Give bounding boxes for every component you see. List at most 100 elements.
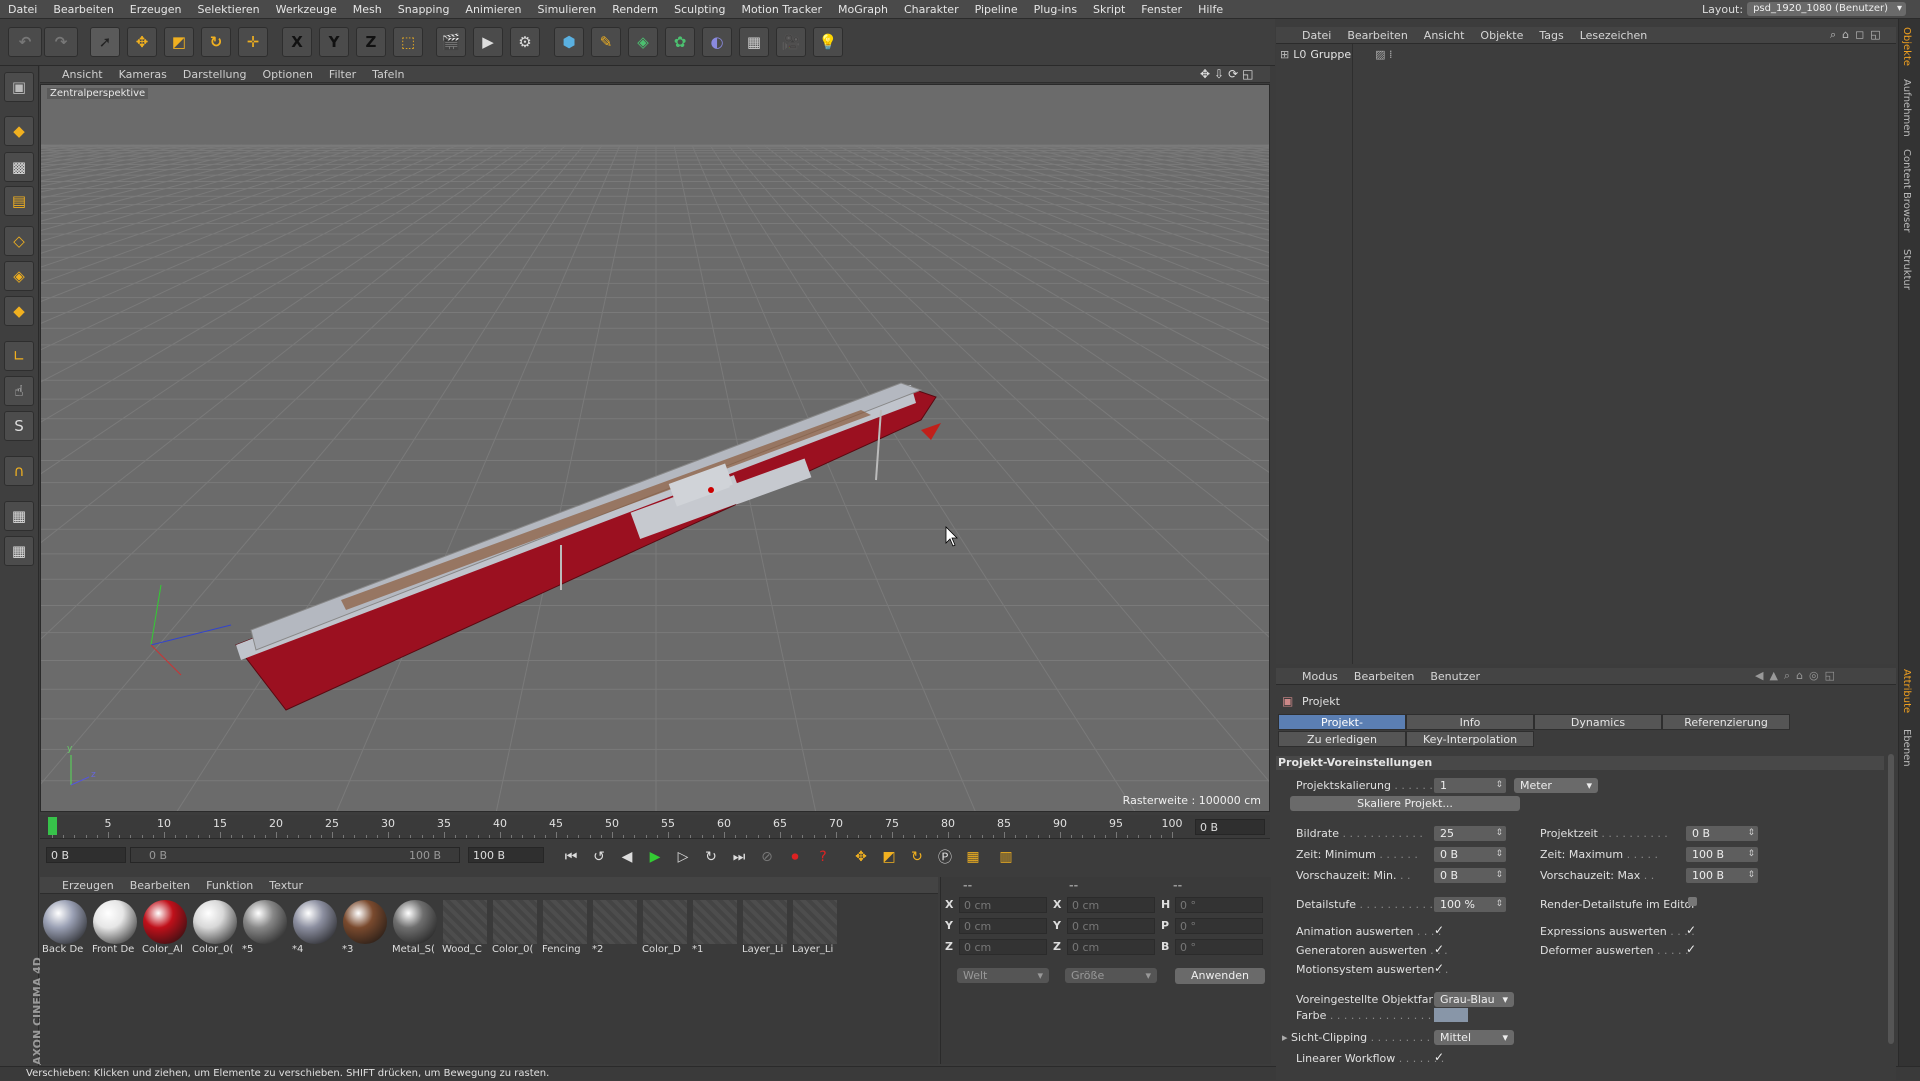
- start-frame-field[interactable]: 0 B: [46, 847, 126, 863]
- material-menu-funktion[interactable]: Funktion: [198, 879, 261, 892]
- motion-checkbox[interactable]: ✓: [1434, 961, 1444, 975]
- apply-button[interactable]: Anwenden: [1175, 968, 1265, 984]
- menu-charakter[interactable]: Charakter: [896, 3, 967, 16]
- side-tab-objekte[interactable]: Objekte: [1901, 27, 1912, 66]
- object-menu-tags[interactable]: Tags: [1531, 29, 1571, 42]
- key-param-icon[interactable]: Ⓟ: [934, 847, 956, 867]
- material-menu-bearbeiten[interactable]: Bearbeiten: [122, 879, 198, 892]
- select-arrow-icon[interactable]: ➚: [90, 27, 120, 57]
- clipping-select[interactable]: Mittel: [1434, 1030, 1514, 1045]
- texture-mode-icon[interactable]: ▩: [4, 152, 34, 182]
- render-picture-viewer-icon[interactable]: ▶: [473, 27, 503, 57]
- z-axis-icon[interactable]: Z: [356, 27, 386, 57]
- menu-plug-ins[interactable]: Plug-ins: [1026, 3, 1085, 16]
- viewport-menu-ansicht[interactable]: Ansicht: [54, 68, 111, 81]
- range-slider[interactable]: 0 B 100 B: [130, 847, 460, 863]
- menu-fenster[interactable]: Fenster: [1133, 3, 1190, 16]
- object-menu-datei[interactable]: Datei: [1294, 29, 1339, 42]
- coord-size-select[interactable]: Größe: [1065, 968, 1157, 983]
- coordinate-system-icon[interactable]: ⬚: [393, 27, 423, 57]
- magnet-icon[interactable]: ∩: [4, 456, 34, 486]
- detailstufe-field[interactable]: 100 %: [1434, 897, 1506, 912]
- zeit-min-field[interactable]: 0 B: [1434, 847, 1506, 862]
- camera-icon[interactable]: 🎥: [776, 27, 806, 57]
- material-item[interactable]: Fencing: [542, 900, 588, 955]
- coord-field[interactable]: 0 cm: [959, 918, 1047, 934]
- axis-mode-icon[interactable]: ∟: [4, 341, 34, 371]
- material-menu-textur[interactable]: Textur: [261, 879, 311, 892]
- material-item[interactable]: Color_D: [642, 900, 688, 955]
- farbe-swatch[interactable]: [1434, 1008, 1468, 1022]
- material-item[interactable]: Front De: [92, 900, 138, 955]
- add-icon[interactable]: ✛: [238, 27, 268, 57]
- end-frame-field[interactable]: 100 B: [468, 847, 544, 863]
- coord-field[interactable]: 0 °: [1175, 897, 1263, 913]
- undo-icon[interactable]: ↶: [8, 27, 42, 57]
- expr-checkbox[interactable]: ✓: [1686, 923, 1696, 937]
- attribute-manager-tools[interactable]: ◀▲⌕⌂◎◱: [1755, 669, 1841, 683]
- viewport[interactable]: y z Zentralperspektive Rasterweite : 100…: [40, 84, 1270, 812]
- tree-item-gruppe[interactable]: ⊞ L0 Gruppe ▨ ⁞: [1280, 48, 1393, 61]
- workplane-icon[interactable]: ▤: [4, 186, 34, 216]
- projektskalierung-unit-select[interactable]: Meter: [1514, 778, 1598, 793]
- attribute-scrollbar[interactable]: [1888, 754, 1894, 1044]
- material-item[interactable]: *4: [292, 900, 338, 955]
- tab-info[interactable]: Info: [1406, 714, 1534, 730]
- light-icon[interactable]: 💡: [813, 27, 843, 57]
- coord-field[interactable]: 0 °: [1175, 918, 1263, 934]
- coord-field[interactable]: 0 °: [1175, 939, 1263, 955]
- grid-lock-icon[interactable]: ▦: [4, 501, 34, 531]
- render-detail-checkbox[interactable]: [1688, 897, 1697, 906]
- tab-dynamics[interactable]: Dynamics: [1534, 714, 1662, 730]
- deformer-icon[interactable]: ◐: [702, 27, 732, 57]
- coord-mode-select[interactable]: Welt: [957, 968, 1049, 983]
- playhead[interactable]: [48, 817, 57, 835]
- coord-field[interactable]: 0 cm: [1067, 897, 1155, 913]
- viewport-nav-icons[interactable]: ✥⇩⟳◱: [1200, 67, 1258, 81]
- pen-icon[interactable]: ✎: [591, 27, 621, 57]
- material-item[interactable]: Layer_Li: [792, 900, 838, 955]
- material-item[interactable]: *5: [242, 900, 288, 955]
- key-position-icon[interactable]: ✥: [850, 847, 872, 867]
- projektskalierung-field[interactable]: 1: [1434, 778, 1506, 793]
- rotate-icon[interactable]: ↻: [201, 27, 231, 57]
- viewport-menu-kameras[interactable]: Kameras: [111, 68, 175, 81]
- side-tab-ebenen[interactable]: Ebenen: [1901, 729, 1912, 767]
- goto-end-icon[interactable]: ⏭: [728, 847, 750, 867]
- side-tab-struktur[interactable]: Struktur: [1901, 249, 1912, 290]
- side-tab-content-browser[interactable]: Content Browser: [1901, 149, 1912, 232]
- locked-workplane-icon[interactable]: ▦: [4, 536, 34, 566]
- tab-projekt-voreinstellungen[interactable]: Projekt-Voreinstellungen: [1278, 714, 1406, 745]
- tab-referenzierung[interactable]: Referenzierung: [1662, 714, 1790, 730]
- object-menu-bearbeiten[interactable]: Bearbeiten: [1339, 29, 1415, 42]
- menu-bearbeiten[interactable]: Bearbeiten: [45, 3, 121, 16]
- menu-pipeline[interactable]: Pipeline: [967, 3, 1026, 16]
- edit-render-settings-icon[interactable]: ⚙: [510, 27, 540, 57]
- layout-select[interactable]: psd_1920_1080 (Benutzer): [1747, 2, 1906, 16]
- menu-erzeugen[interactable]: Erzeugen: [122, 3, 190, 16]
- skaliere-projekt-button[interactable]: Skaliere Projekt...: [1290, 796, 1520, 811]
- projektzeit-field[interactable]: 0 B: [1686, 826, 1758, 841]
- deform-checkbox[interactable]: ✓: [1686, 942, 1696, 956]
- bildrate-field[interactable]: 25: [1434, 826, 1506, 841]
- polygons-mode-icon[interactable]: ◆: [4, 296, 34, 326]
- viewport-menu-filter[interactable]: Filter: [321, 68, 364, 81]
- material-item[interactable]: *2: [592, 900, 638, 955]
- tweak-mode-icon[interactable]: ☝: [4, 376, 34, 406]
- menu-motion-tracker[interactable]: Motion Tracker: [734, 3, 830, 16]
- zeit-max-field[interactable]: 100 B: [1686, 847, 1758, 862]
- visibility-dots-icon[interactable]: ▨ ⁞: [1375, 48, 1392, 61]
- viewport-menu-darstellung[interactable]: Darstellung: [175, 68, 255, 81]
- anim-checkbox[interactable]: ✓: [1434, 923, 1444, 937]
- current-frame-field[interactable]: 0 B: [1195, 819, 1265, 835]
- menu-snapping[interactable]: Snapping: [390, 3, 458, 16]
- attribute-menu-modus[interactable]: Modus: [1294, 670, 1346, 683]
- material-item[interactable]: *1: [692, 900, 738, 955]
- menu-hilfe[interactable]: Hilfe: [1190, 3, 1231, 16]
- vorschau-min-field[interactable]: 0 B: [1434, 868, 1506, 883]
- redo-icon[interactable]: ↷: [44, 27, 78, 57]
- move-icon[interactable]: ✥: [127, 27, 157, 57]
- viewport-menu-tafeln[interactable]: Tafeln: [364, 68, 412, 81]
- menu-skript[interactable]: Skript: [1085, 3, 1133, 16]
- model-mode-icon[interactable]: ◆: [4, 116, 34, 146]
